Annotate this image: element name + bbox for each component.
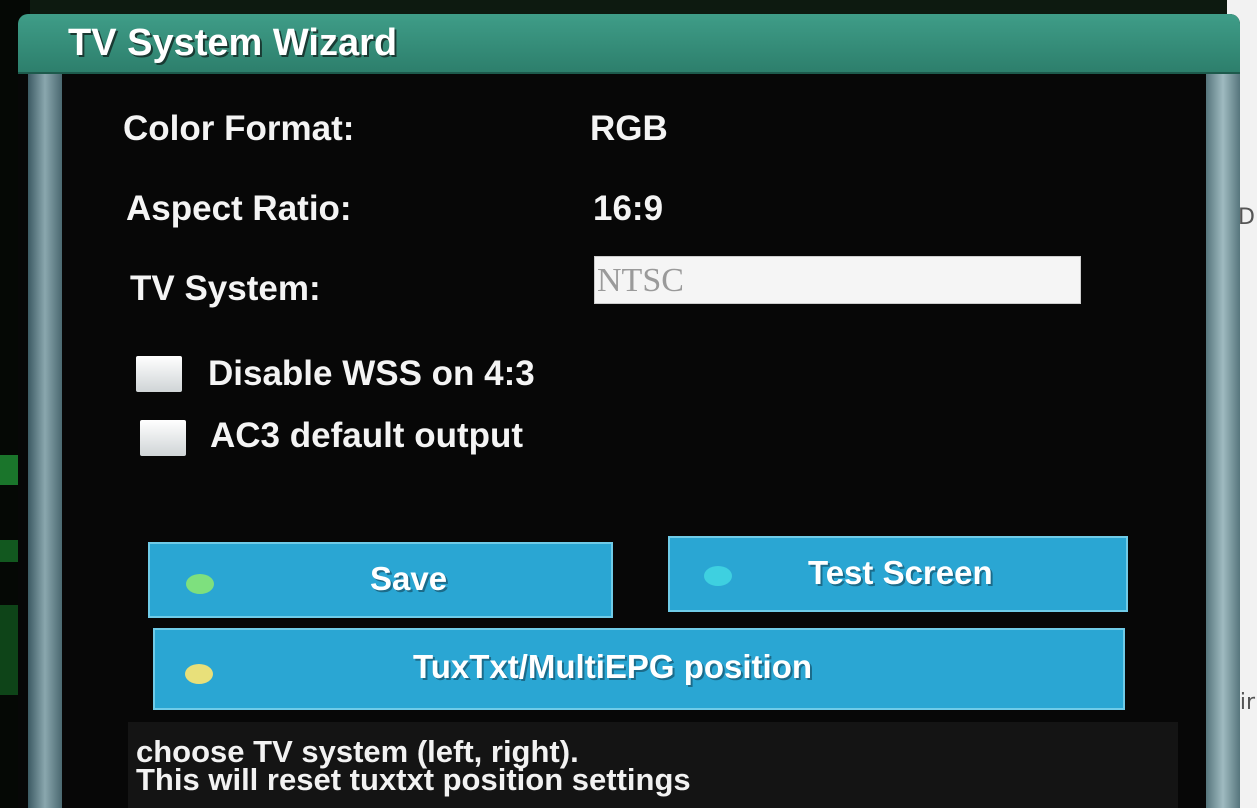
background-top (0, 0, 1257, 14)
test-screen-button-label: Test Screen (808, 554, 993, 591)
dialog-frame-right (1206, 74, 1240, 808)
color-format-value[interactable]: RGB (590, 109, 668, 149)
test-screen-button[interactable]: Test Screen (668, 536, 1128, 612)
title-bar: TV System Wizard (18, 14, 1240, 74)
tv-system-wizard-dialog: TV System Wizard Color Format: RGB Aspec… (18, 14, 1240, 808)
background-text: D (1238, 205, 1255, 230)
tuxtxt-position-button-label: TuxTxt/MultiEPG position (413, 648, 813, 685)
color-format-label: Color Format: (123, 109, 355, 148)
disable-wss-label: Disable WSS on 4:3 (208, 354, 535, 393)
disable-wss-checkbox[interactable] (136, 356, 182, 392)
tuxtxt-position-button[interactable]: TuxTxt/MultiEPG position (153, 628, 1125, 710)
ac3-default-output-label: AC3 default output (210, 416, 524, 455)
cyan-dot-icon (704, 566, 732, 586)
aspect-ratio-value[interactable]: 16:9 (593, 189, 663, 229)
yellow-dot-icon (185, 664, 213, 684)
tv-system-select[interactable]: NTSC (594, 256, 1081, 304)
tv-system-label: TV System: (130, 269, 321, 308)
dialog-title: TV System Wizard (68, 22, 398, 64)
save-button[interactable]: Save (148, 542, 613, 618)
save-button-label: Save (370, 560, 448, 597)
dialog-frame-left (28, 74, 62, 808)
hint-line-2: This will reset tuxtxt position settings (136, 762, 691, 797)
ac3-default-output-checkbox[interactable] (140, 420, 186, 456)
green-dot-icon (186, 574, 214, 594)
aspect-ratio-label: Aspect Ratio: (126, 189, 352, 228)
